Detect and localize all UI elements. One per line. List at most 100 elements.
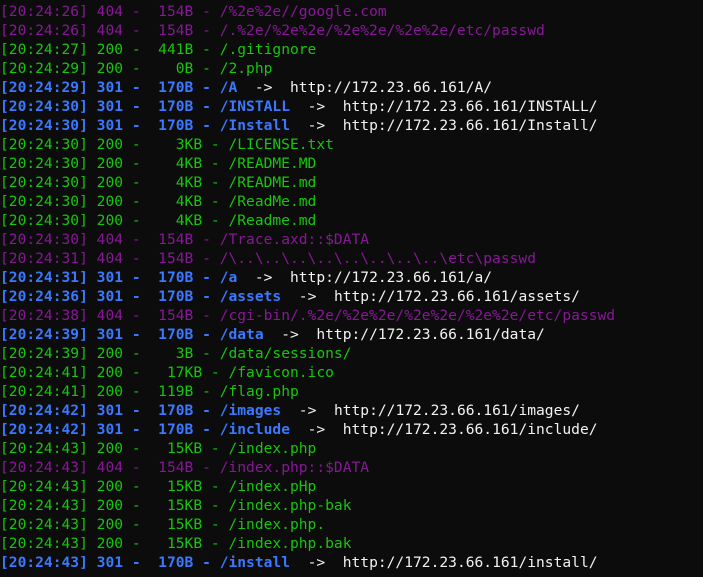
log-status: 200 [96, 383, 124, 400]
log-line: [20:24:41] 200 - 17KB - /favicon.ico [0, 364, 334, 381]
log-line: [20:24:36] 301 - 170B - /assets -> http:… [0, 288, 580, 305]
log-status: 200 [96, 193, 124, 210]
log-path: /index.php. [228, 516, 326, 533]
log-size: 170B [149, 79, 194, 96]
log-status: 301 [96, 98, 124, 115]
log-path: /.gitignore [219, 41, 317, 58]
log-status: 200 [96, 136, 124, 153]
log-timestamp: [20:24:43] [0, 497, 88, 514]
log-path: /Trace.axd::$DATA [219, 231, 370, 248]
log-size: 15KB [149, 440, 203, 457]
log-size: 3KB [149, 136, 203, 153]
log-timestamp: [20:24:42] [0, 421, 88, 438]
log-line: [20:24:43] 200 - 15KB - /index.php-bak [0, 497, 352, 514]
log-status: 200 [96, 516, 124, 533]
log-status: 301 [96, 326, 124, 343]
log-path: /index.php::$DATA [219, 459, 370, 476]
log-size: 0B [149, 60, 194, 77]
log-path: /index.php.bak [228, 535, 352, 552]
log-path: /assets [219, 288, 282, 305]
log-status: 200 [96, 535, 124, 552]
log-status: 200 [96, 345, 124, 362]
redirect-arrow: -> [281, 326, 299, 343]
log-line: [20:24:43] 200 - 15KB - /index.php. [0, 516, 326, 533]
log-path: /README.md [228, 174, 317, 191]
log-status: 404 [96, 250, 124, 267]
log-timestamp: [20:24:27] [0, 41, 88, 58]
log-status: 301 [96, 288, 124, 305]
log-line: [20:24:30] 200 - 3KB - /LICENSE.txt [0, 136, 334, 153]
log-timestamp: [20:24:30] [0, 155, 88, 172]
log-status: 200 [96, 212, 124, 229]
log-line: [20:24:30] 301 - 170B - /INSTALL -> http… [0, 98, 598, 115]
log-size: 4KB [149, 212, 203, 229]
log-status: 301 [96, 421, 124, 438]
log-line: [20:24:26] 404 - 154B - /.%2e/%2e%2e/%2e… [0, 22, 545, 39]
log-status: 301 [96, 79, 124, 96]
log-status: 404 [96, 3, 124, 20]
log-size: 15KB [149, 535, 203, 552]
redirect-arrow: -> [307, 98, 326, 115]
log-line: [20:24:29] 200 - 0B - /2.php [0, 60, 273, 77]
log-path: /a [219, 269, 238, 286]
log-size: 441B [149, 41, 194, 58]
log-size: 15KB [149, 478, 203, 495]
redirect-arrow: -> [254, 269, 273, 286]
log-size: 170B [149, 288, 194, 305]
log-size: 154B [149, 231, 194, 248]
redirect-arrow: -> [307, 554, 326, 571]
log-size: 170B [149, 421, 194, 438]
log-timestamp: [20:24:43] [0, 459, 88, 476]
log-timestamp: [20:24:30] [0, 212, 88, 229]
redirect-url: http://172.23.66.161/a/ [290, 269, 493, 286]
log-path: /\..\..\..\..\..\..\..\..\etc\passwd [219, 250, 536, 267]
log-size: 170B [149, 269, 194, 286]
log-size: 170B [149, 98, 194, 115]
log-status: 301 [96, 554, 124, 571]
log-size: 154B [149, 3, 194, 20]
log-status: 200 [96, 60, 124, 77]
log-path: /2.php [219, 60, 273, 77]
log-status: 301 [96, 117, 124, 134]
redirect-arrow: -> [254, 79, 273, 96]
log-size: 170B [149, 554, 194, 571]
log-timestamp: [20:24:29] [0, 60, 88, 77]
log-line: [20:24:30] 200 - 4KB - /Readme.md [0, 212, 317, 229]
redirect-arrow: -> [298, 288, 317, 305]
log-timestamp: [20:24:43] [0, 440, 88, 457]
log-path: /%2e%2e//google.com [219, 3, 387, 20]
log-timestamp: [20:24:43] [0, 516, 88, 533]
redirect-url: http://172.23.66.161/data/ [316, 326, 545, 343]
log-timestamp: [20:24:30] [0, 98, 88, 115]
log-path: /Install [219, 117, 290, 134]
log-timestamp: [20:24:30] [0, 231, 88, 248]
log-size: 15KB [149, 497, 203, 514]
log-timestamp: [20:24:31] [0, 250, 88, 267]
log-status: 404 [96, 231, 124, 248]
log-status: 404 [96, 307, 124, 324]
terminal-output: [20:24:26] 404 - 154B - /%2e%2e//google.… [0, 2, 703, 572]
log-line: [20:24:43] 200 - 15KB - /index.pHp [0, 478, 317, 495]
log-line: [20:24:31] 404 - 154B - /\..\..\..\..\..… [0, 250, 536, 267]
log-line: [20:24:30] 200 - 4KB - /README.MD [0, 155, 317, 172]
log-timestamp: [20:24:39] [0, 345, 88, 362]
log-line: [20:24:39] 200 - 3B - /data/sessions/ [0, 345, 352, 362]
log-line: [20:24:27] 200 - 441B - /.gitignore [0, 41, 317, 58]
log-line: [20:24:43] 200 - 15KB - /index.php [0, 440, 317, 457]
log-timestamp: [20:24:41] [0, 364, 88, 381]
log-line: [20:24:42] 301 - 170B - /include -> http… [0, 421, 598, 438]
log-path: /index.php [228, 440, 317, 457]
log-path: /A [219, 79, 238, 96]
log-size: 170B [149, 117, 194, 134]
log-line: [20:24:41] 200 - 119B - /flag.php [0, 383, 299, 400]
log-line: [20:24:43] 200 - 15KB - /index.php.bak [0, 535, 352, 552]
log-size: 15KB [149, 516, 203, 533]
log-size: 154B [149, 22, 194, 39]
log-timestamp: [20:24:36] [0, 288, 88, 305]
log-timestamp: [20:24:30] [0, 136, 88, 153]
log-path: /data/sessions/ [219, 345, 352, 362]
log-size: 17KB [149, 364, 203, 381]
log-size: 170B [149, 326, 194, 343]
log-status: 200 [96, 155, 124, 172]
log-timestamp: [20:24:42] [0, 402, 88, 419]
